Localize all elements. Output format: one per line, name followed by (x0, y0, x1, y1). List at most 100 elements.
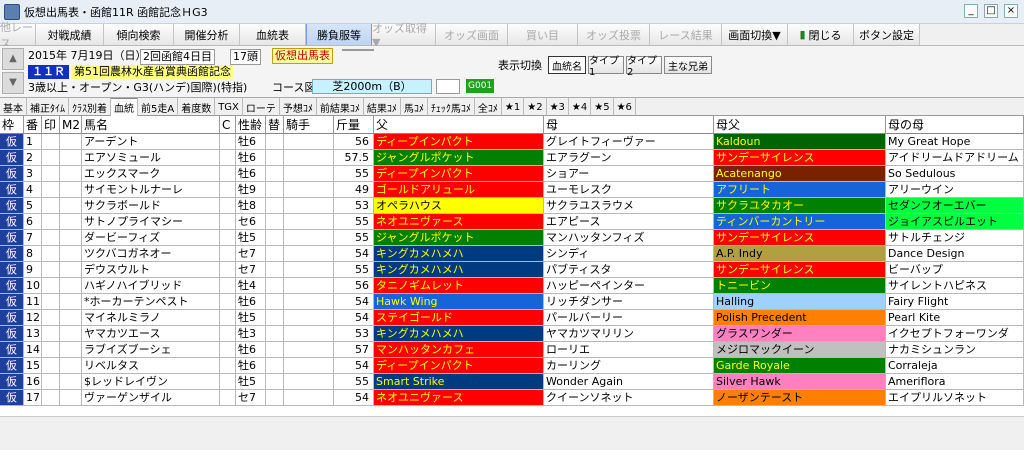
arrow-up-icon[interactable]: ▲ (2, 48, 24, 70)
cell-bms: ティンバーカントリー (714, 214, 886, 230)
tab-2[interactable]: ｸﾗｽ別着 (69, 98, 111, 116)
cell-ban: 6 (24, 214, 42, 230)
toolbar-button-7[interactable]: オッズ画面 (436, 24, 508, 45)
table-row[interactable]: 仮 9 デウスウルト セ7 55 キングカメハメハ パブティスタ サンデーサイレンス ビーバップ (0, 262, 1024, 278)
cell-jockey_flag-empty (266, 342, 284, 358)
toolbar-button-2[interactable]: 傾向検索 (104, 24, 174, 45)
tab-11[interactable]: 馬ｺﾒ (401, 98, 428, 116)
cell-mark-empty (42, 230, 60, 246)
table-row[interactable]: 仮 14 ラブイズブーシェ 牡6 57 マンハッタンカフェ ローリエ メジロマックイーン ナカミ… (0, 342, 1024, 358)
toolbar-button-3[interactable]: 開催分析 (174, 24, 240, 45)
tab-17[interactable]: ★4 (569, 98, 592, 116)
column-header-jockey[interactable]: 騎手 (284, 116, 334, 134)
tab-6[interactable]: TGX (215, 98, 243, 116)
cell-waku: 仮 (0, 198, 24, 214)
race-name: 第51回農林水産省賞典函館記念 (72, 65, 233, 79)
column-header-c[interactable]: C (220, 116, 236, 134)
tab-3[interactable]: 血統 (111, 98, 138, 116)
cell-ban: 1 (24, 134, 42, 150)
table-row[interactable]: 仮 7 ダービーフィズ 牡5 55 ジャングルポケット マンハッタンフィズ サンデーサイレンス… (0, 230, 1024, 246)
tab-18[interactable]: ★5 (591, 98, 614, 116)
toolbar-button-11[interactable]: 画面切換▼ (722, 24, 788, 45)
table-row[interactable]: 仮 15 リベルタス 牡6 54 ディープインパクト カーリング Garde Royale Co… (0, 358, 1024, 374)
cell-jockey_flag-empty (266, 150, 284, 166)
tab-1[interactable]: 補正ﾀｲﾑ (27, 98, 69, 116)
column-header-ban[interactable]: 番 (24, 116, 42, 134)
display-toggle-1[interactable]: タイプ1 (588, 56, 624, 78)
maximize-icon[interactable]: □ (984, 4, 998, 18)
table-row[interactable]: 仮 16 $レッドレイヴン 牡5 55 Smart Strike Wonder Again S… (0, 374, 1024, 390)
cell-bms: サンデーサイレンス (714, 150, 886, 166)
tab-0[interactable]: 基本 (0, 98, 27, 116)
table-row[interactable]: 仮 10 ハギノハイブリッド 牡4 56 タニノギムレット ハッピーペインター トニービン サイ… (0, 278, 1024, 294)
cell-weight: 54 (334, 390, 374, 406)
table-row[interactable]: 仮 17 ヴァーゲンザイル セ7 54 ネオユニヴァース クイーンソネット ノーザンテーストエ… (0, 390, 1024, 406)
column-header-mark[interactable]: 印 (42, 116, 60, 134)
cell-waku: 仮 (0, 294, 24, 310)
cell-sire: ディープインパクト (374, 358, 544, 374)
toolbar-button-6[interactable]: オッズ取得▼ (372, 22, 436, 49)
toolbar-button-8[interactable]: 買い目 (508, 24, 578, 45)
column-header-m2[interactable]: M2 (60, 116, 82, 134)
toolbar-button-10[interactable]: レース結果 (650, 24, 722, 45)
display-toggle-2[interactable]: タイプ2 (626, 56, 662, 78)
tab-5[interactable]: 着度数 (178, 98, 216, 116)
column-header-jockey_flag[interactable]: 替 (266, 116, 284, 134)
tab-12[interactable]: ﾁｪｯｸ馬ｺﾒ (428, 98, 475, 116)
cell-waku: 仮 (0, 390, 24, 406)
table-row[interactable]: 仮 2 エアソミュール 牡6 57.5 ジャングルポケット エアラグーン サンデーサイレンスア… (0, 150, 1024, 166)
toolbar-button-1[interactable]: 対戦成績 (36, 24, 104, 45)
cell-mark-empty (42, 134, 60, 150)
table-row[interactable]: 仮 4 サイモントルナーレ 牡9 49 ゴールドアリュール ユーモレスク アフリート アリーウイ… (0, 182, 1024, 198)
tab-7[interactable]: ローテ (243, 98, 280, 116)
toolbar-button-12[interactable]: ▮ 閉じる (788, 24, 854, 45)
cell-mark-empty (42, 198, 60, 214)
display-toggle-3[interactable]: 主な兄弟 (664, 56, 712, 74)
cell-bms: トニービン (714, 278, 886, 294)
cell-weight: 53 (334, 198, 374, 214)
column-header-bms[interactable]: 母父 (714, 116, 886, 134)
table-row[interactable]: 仮 13 ヤマカツエース 牡3 53 キングカメハメハ ヤマカツマリリン グラスワンダー イクセ… (0, 326, 1024, 342)
toolbar-button-13[interactable]: ボタン設定 (854, 24, 920, 45)
column-header-dam[interactable]: 母 (544, 116, 714, 134)
arrow-down-icon[interactable]: ▼ (2, 72, 24, 94)
tab-13[interactable]: 全ｺﾒ (475, 98, 502, 116)
table-row[interactable]: 仮 5 サクラボールド 牡8 53 オペラハウス サクラユスラウメ サクラユタカオー セダンフオ… (0, 198, 1024, 214)
column-header-damdam[interactable]: 母の母 (886, 116, 1024, 134)
cell-sexage: 牡5 (236, 310, 266, 326)
column-header-sire[interactable]: 父 (374, 116, 544, 134)
tab-10[interactable]: 結果ｺﾒ (364, 98, 401, 116)
table-row[interactable]: 仮 6 サトノプライマシー セ6 55 ネオユニヴァース エアピース ティンバーカントリー ジョ… (0, 214, 1024, 230)
tab-16[interactable]: ★3 (547, 98, 569, 116)
bottom-area (0, 416, 1024, 450)
tab-14[interactable]: ★1 (502, 98, 525, 116)
column-header-name[interactable]: 馬名 (82, 116, 220, 134)
table-row[interactable]: 仮 8 ツクバコガネオー セ7 54 キングカメハメハ シンディ A.P. Indy Dance… (0, 246, 1024, 262)
table-row[interactable]: 仮 12 マイネルミラノ 牡5 54 ステイゴールド パールバーリー Polish Prece… (0, 310, 1024, 326)
toolbar-button-4[interactable]: 血統表 (240, 24, 306, 45)
column-header-sexage[interactable]: 性齢 (236, 116, 266, 134)
toolbar-button-9[interactable]: オッズ投票 (578, 24, 650, 45)
cell-dam: カーリング (544, 358, 714, 374)
tab-9[interactable]: 前結果ｺﾒ (317, 98, 364, 116)
tab-15[interactable]: ★2 (524, 98, 547, 116)
column-header-weight[interactable]: 斤量 (334, 116, 374, 134)
cell-weight: 54 (334, 358, 374, 374)
close-window-icon[interactable]: × (1004, 4, 1018, 18)
cell-bms: Kaldoun (714, 134, 886, 150)
cell-weight: 57.5 (334, 150, 374, 166)
toolbar-button-0[interactable]: 他レース (0, 21, 36, 50)
minimize-icon[interactable]: _ (964, 4, 978, 18)
toolbar-button-5[interactable]: 勝負服等 (306, 24, 372, 45)
table-row[interactable]: 仮 1 アーデント 牡6 56 ディープインパクト グレイトフィーヴァー Kaldoun My … (0, 134, 1024, 150)
tab-8[interactable]: 予想ｺﾒ (280, 98, 317, 116)
table-row[interactable]: 仮 11 *ホーカーテンペスト 牡6 54 Hawk Wing リッチダンサー Halling… (0, 294, 1024, 310)
table-row[interactable]: 仮 3 エックスマーク 牡6 55 ディープインパクト ショアー Acatenango So S… (0, 166, 1024, 182)
tab-4[interactable]: 前5走A (138, 98, 179, 116)
cell-jockey-empty (284, 230, 334, 246)
display-toggle-0[interactable]: 血統名 (548, 56, 586, 74)
column-header-waku[interactable]: 枠 (0, 116, 24, 134)
course-map-label[interactable]: コース図 (272, 81, 315, 95)
tab-19[interactable]: ★6 (614, 98, 636, 116)
cell-jockey-empty (284, 390, 334, 406)
